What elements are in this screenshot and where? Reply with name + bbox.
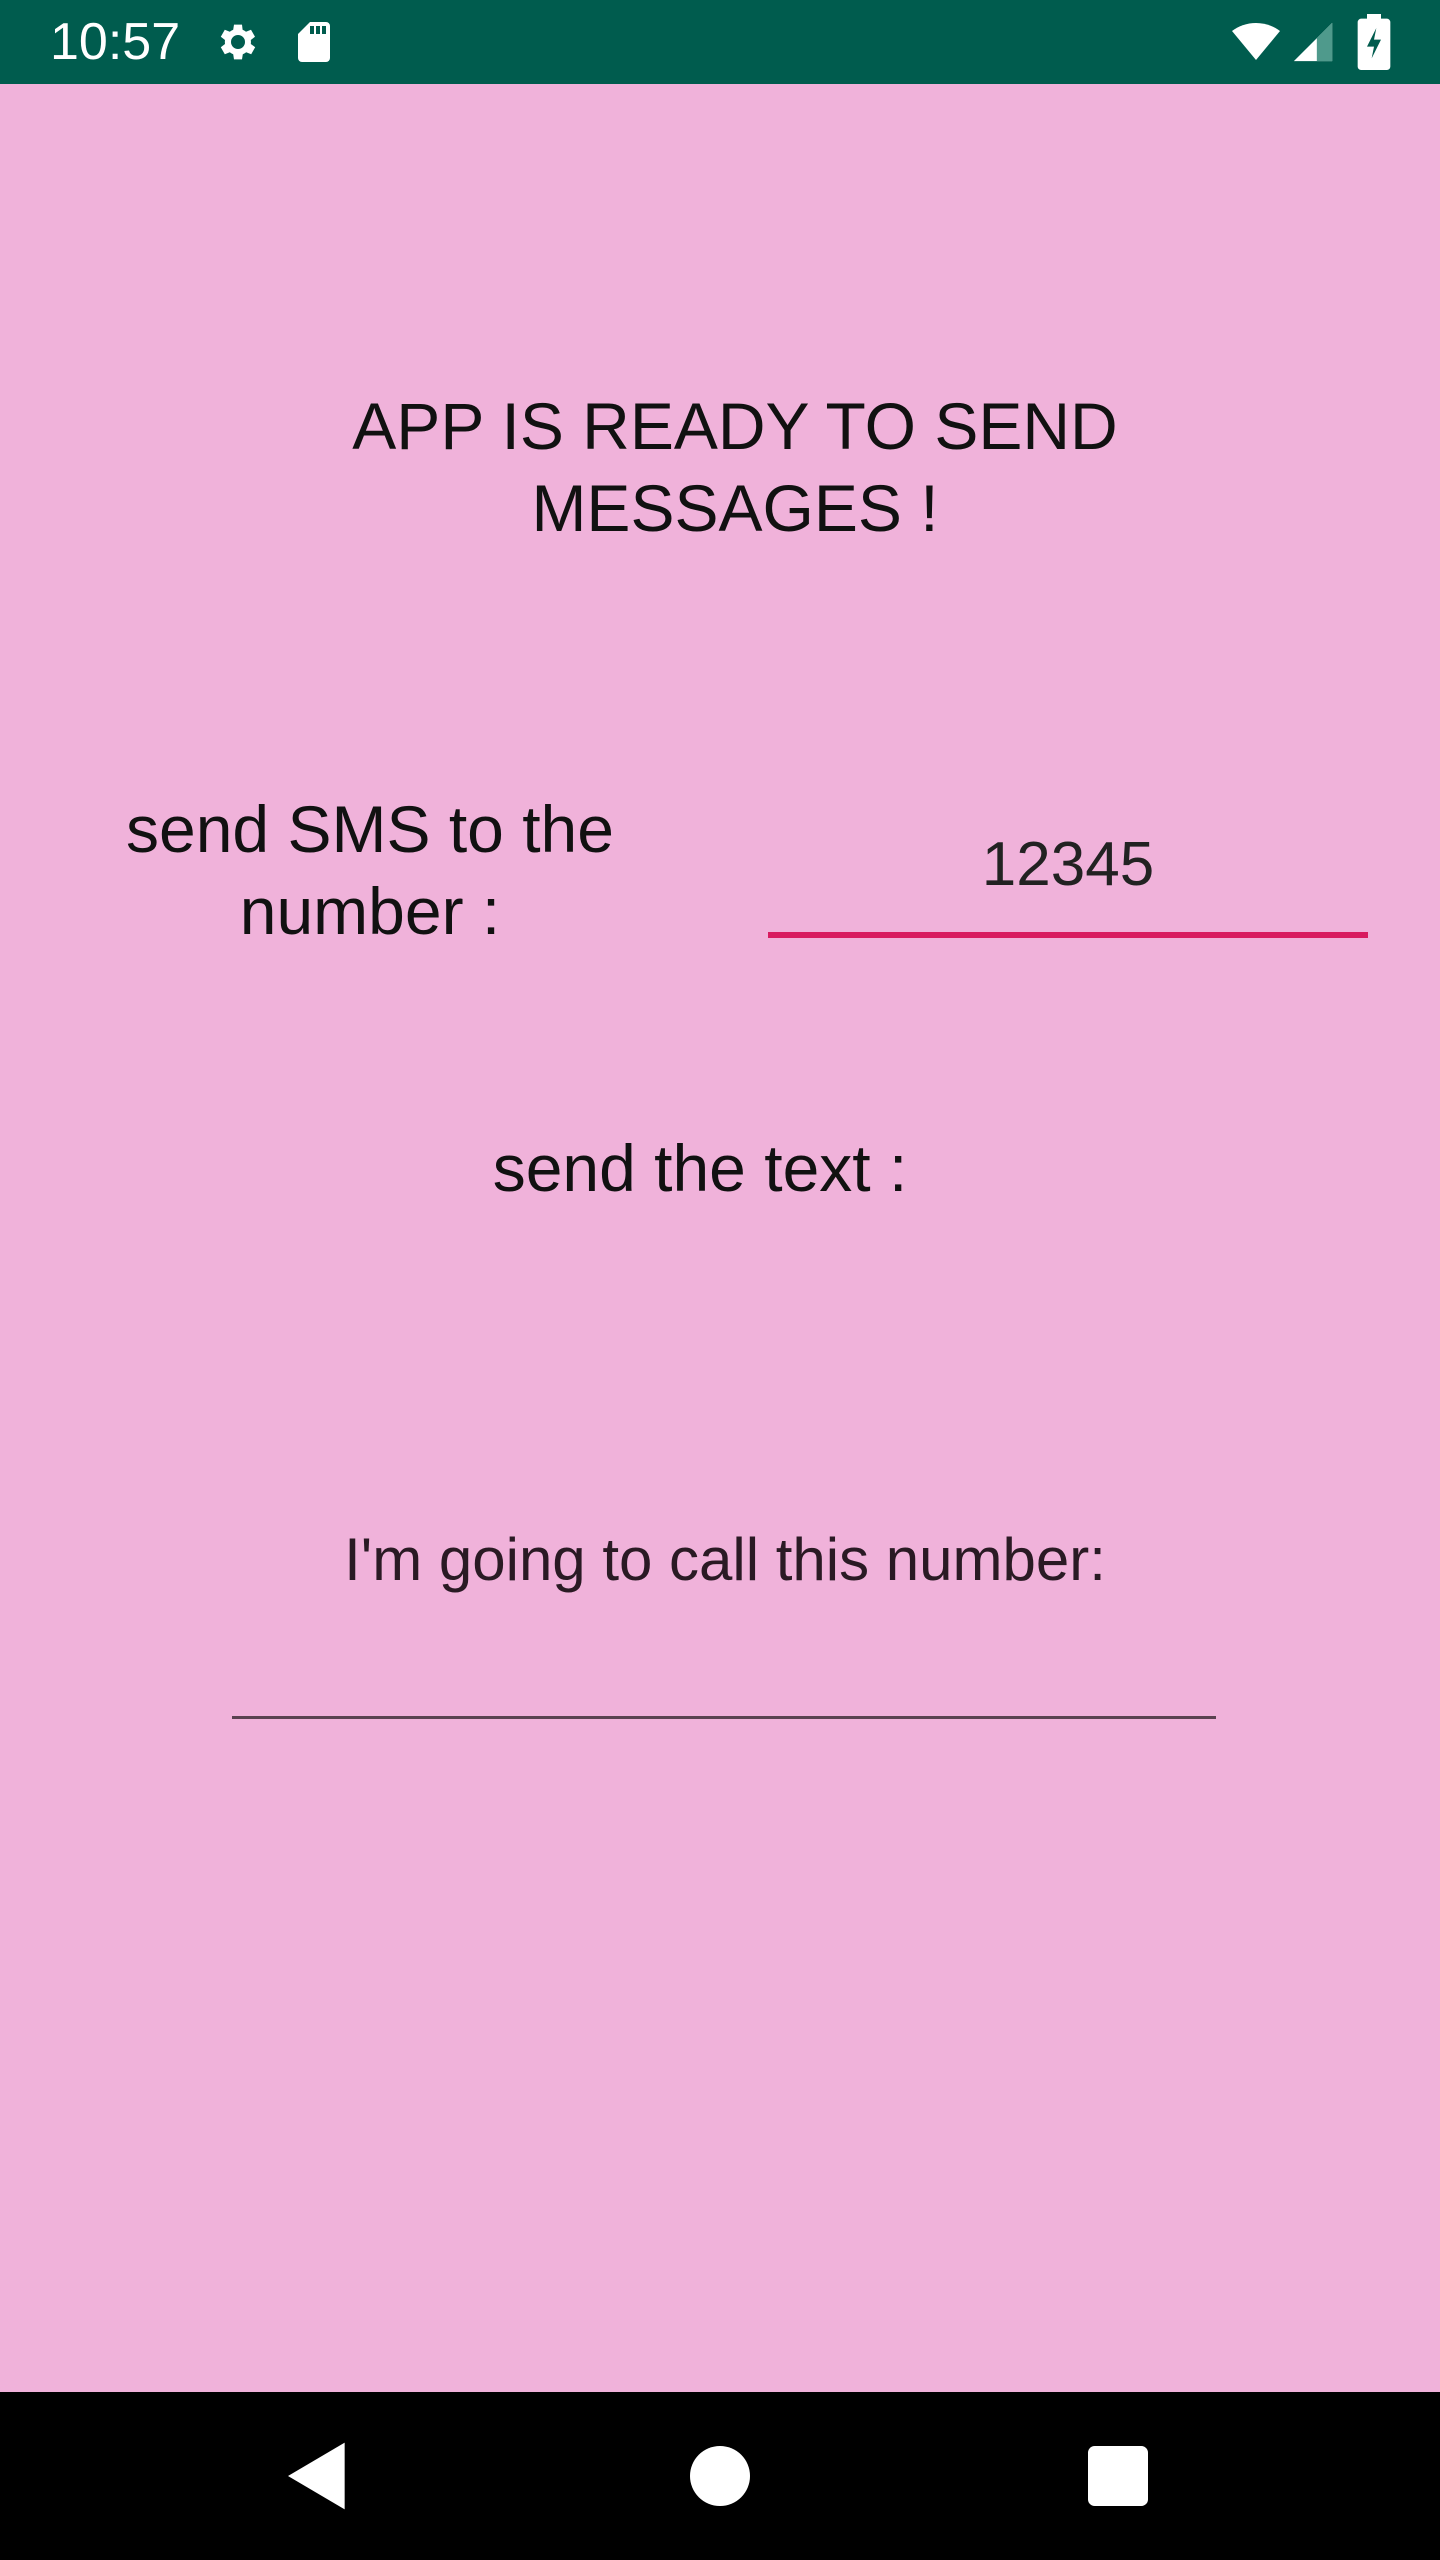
app-screen: 10:57 APP IS READY TO SEND MESSAGES ! se… bbox=[0, 0, 1440, 2560]
phone-number-input[interactable]: 12345 bbox=[768, 820, 1368, 938]
recents-icon[interactable] bbox=[1078, 2436, 1158, 2516]
battery-charging-icon bbox=[1354, 14, 1394, 70]
call-number-input[interactable] bbox=[232, 1640, 1216, 1720]
wifi-icon bbox=[1228, 18, 1284, 66]
sms-number-label: send SMS to the number : bbox=[126, 792, 614, 948]
back-icon[interactable] bbox=[278, 2436, 358, 2516]
navigation-bar bbox=[0, 2392, 1440, 2560]
sd-card-icon bbox=[290, 18, 338, 66]
call-number-label: I'm going to call this number: bbox=[344, 1526, 1106, 1593]
call-number-underline bbox=[232, 1716, 1216, 1719]
status-bar: 10:57 bbox=[0, 0, 1440, 84]
phone-number-underline bbox=[768, 932, 1368, 938]
cell-signal-icon bbox=[1290, 18, 1336, 66]
status-headline: APP IS READY TO SEND MESSAGES ! bbox=[352, 389, 1118, 545]
settings-icon bbox=[214, 18, 262, 66]
home-icon[interactable] bbox=[680, 2436, 760, 2516]
phone-number-value[interactable]: 12345 bbox=[768, 820, 1368, 910]
sms-text-label: send the text : bbox=[492, 1131, 908, 1205]
status-time: 10:57 bbox=[50, 13, 181, 71]
